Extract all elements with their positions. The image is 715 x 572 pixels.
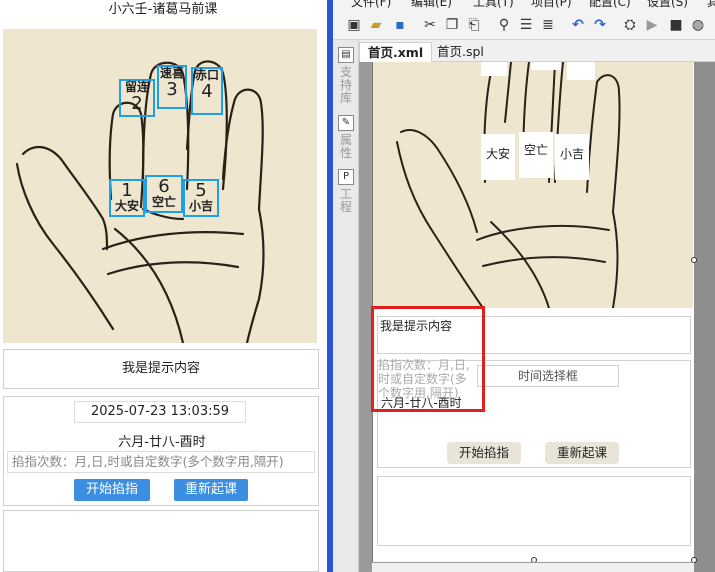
design-label-blank — [481, 62, 507, 76]
menu-edit[interactable]: 编辑(E) — [411, 0, 452, 10]
design-page: 大安 空亡 小吉 我是提示内容 掐指次数：月,日,时或自定数字(多个数字用,隔开… — [371, 62, 694, 562]
datetime-input[interactable]: 2025-07-23 13:03:59 — [74, 401, 246, 423]
tab-xml[interactable]: 首页.xml — [359, 42, 433, 62]
design-restart-button[interactable]: 重新起课 — [545, 442, 619, 464]
design-label-blank — [531, 62, 561, 70]
menu-settings[interactable]: 设置(S) — [647, 0, 688, 10]
globe-icon[interactable]: ◍ — [689, 16, 707, 34]
selection-outline — [371, 306, 485, 412]
design-label-daan[interactable]: 大安 — [481, 134, 515, 180]
palm-cell-daan: 1 大安 — [109, 179, 145, 217]
outdent-icon[interactable]: ≣ — [539, 16, 557, 34]
design-label-blank — [567, 62, 595, 80]
palm-cell-xiaoji: 5 小吉 — [183, 179, 219, 217]
editor-tabs: 首页.xml 首页.spl — [359, 40, 715, 62]
design-start-button[interactable]: 开始掐指 — [447, 442, 521, 464]
side-tab-properties[interactable]: ✎ 属性 — [335, 112, 357, 160]
resize-handle[interactable] — [691, 257, 697, 263]
indent-icon[interactable]: ☰ — [517, 16, 535, 34]
menu-tools[interactable]: 工具(T) — [473, 0, 514, 10]
app-title: 小六壬-诸葛马前课 — [108, 2, 218, 17]
design-label-xiaoji[interactable]: 小吉 — [555, 134, 589, 180]
start-button[interactable]: 开始掐指 — [74, 479, 150, 501]
design-time-picker[interactable]: 时间选择框 — [477, 365, 619, 387]
design-palm-drawing — [396, 62, 621, 308]
new-file-icon[interactable]: ▣ — [345, 16, 363, 34]
side-tab-library[interactable]: ▤ 支持库 — [335, 44, 357, 105]
paste-icon[interactable]: ⎗ — [465, 16, 483, 34]
redo-icon[interactable]: ↷ — [591, 16, 609, 34]
toolbar: ▣ ▰ ▪ ✂ ❐ ⎗ ⚲ ☰ ≣ ↶ ↷ ⛭ ▶ ■ ◍ — [333, 10, 715, 40]
cut-icon[interactable]: ✂ — [421, 16, 439, 34]
menu-bar: 文件(F) 编辑(E) 工具(T) 项目(P) 配置(C) 设置(S) 其 — [333, 0, 715, 10]
save-icon[interactable]: ▪ — [391, 16, 409, 34]
search-icon[interactable]: ⚲ — [495, 16, 513, 34]
menu-file[interactable]: 文件(F) — [351, 0, 391, 10]
lunar-date: 六月-廿八-酉时 — [118, 435, 206, 450]
stop-icon[interactable]: ■ — [667, 16, 685, 34]
design-palm-image[interactable]: 大安 空亡 小吉 — [373, 62, 693, 308]
design-label-kongwang[interactable]: 空亡 — [519, 132, 553, 178]
side-tab-project[interactable]: P 工程 — [335, 166, 357, 214]
canvas-bottom-edge — [372, 562, 694, 572]
menu-other[interactable]: 其 — [707, 0, 715, 10]
palm-cell-kongwang: 6 空亡 — [145, 175, 183, 213]
count-input[interactable]: 掐指次数：月,日,时或自定数字(多个数字用,隔开) — [7, 451, 315, 473]
open-folder-icon[interactable]: ▰ — [367, 16, 385, 34]
palm-cell-chikou: 赤口 4 — [191, 67, 223, 115]
screen: 小六壬-诸葛马前课 留连 2 速喜 3 赤口 4 1 大安 6 空亡 5 小吉 … — [0, 0, 715, 572]
tip-box: 我是提示内容 — [3, 349, 319, 389]
side-panel: ▤ 支持库 ✎ 属性 P 工程 — [333, 40, 359, 572]
tab-spl[interactable]: 首页.spl — [429, 42, 492, 62]
app-preview: 小六壬-诸葛马前课 留连 2 速喜 3 赤口 4 1 大安 6 空亡 5 小吉 … — [0, 0, 326, 572]
control-panel: 2025-07-23 13:03:59 六月-廿八-酉时 掐指次数：月,日,时或… — [3, 396, 319, 506]
build-icon[interactable]: ⛭ — [621, 16, 639, 34]
palm-image: 留连 2 速喜 3 赤口 4 1 大安 6 空亡 5 小吉 — [3, 29, 317, 343]
undo-icon[interactable]: ↶ — [569, 16, 587, 34]
restart-button[interactable]: 重新起课 — [174, 479, 248, 501]
canvas-gutter — [691, 62, 715, 572]
design-result-box[interactable] — [377, 476, 691, 546]
result-box — [3, 510, 319, 572]
library-icon: ▤ — [338, 47, 354, 63]
palm-cell-suxi: 速喜 3 — [157, 65, 187, 109]
menu-config[interactable]: 配置(C) — [589, 0, 631, 10]
project-icon: P — [338, 169, 354, 185]
palm-cell-liulian: 留连 2 — [119, 79, 155, 117]
copy-icon[interactable]: ❐ — [443, 16, 461, 34]
properties-icon: ✎ — [338, 115, 354, 131]
menu-project[interactable]: 项目(P) — [531, 0, 572, 10]
run-icon[interactable]: ▶ — [643, 16, 661, 34]
